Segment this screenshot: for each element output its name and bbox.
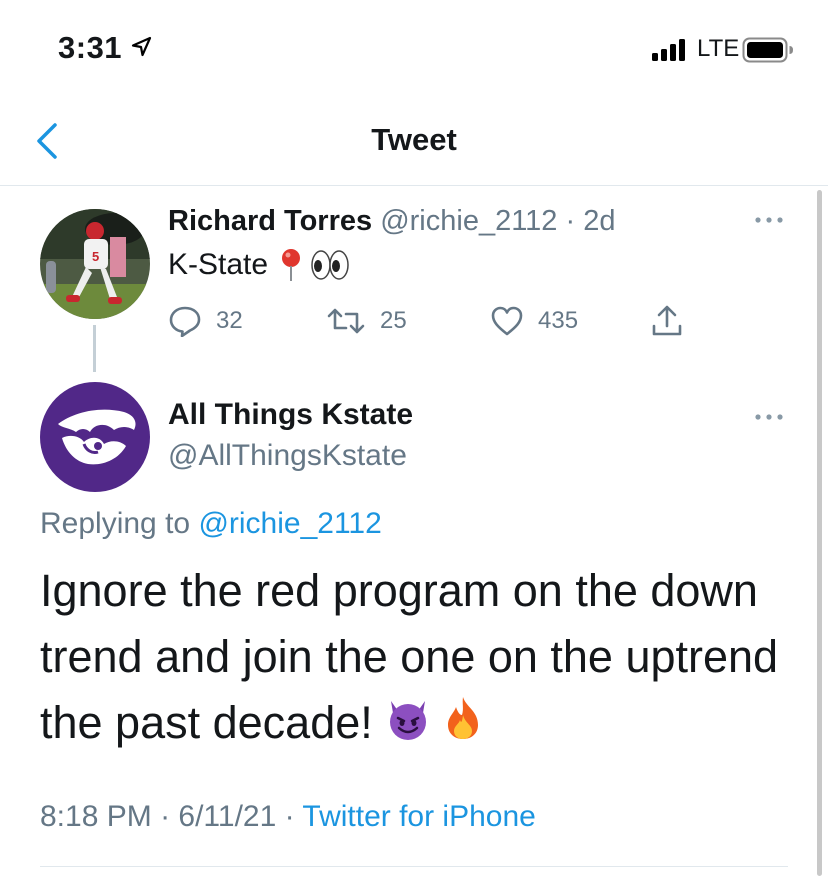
share-icon[interactable]	[650, 304, 684, 338]
tweet-text: K-State	[168, 248, 269, 281]
network-type: LTE	[697, 35, 740, 62]
dot-separator: ·	[557, 205, 584, 237]
retweet-count: 25	[380, 307, 407, 334]
tweet-source-link[interactable]: Twitter for iPhone	[302, 800, 535, 833]
retweet-action[interactable]: 25	[326, 303, 407, 339]
author-name[interactable]: All Things Kstate	[168, 398, 413, 432]
share-action[interactable]	[650, 303, 698, 339]
heart-icon[interactable]	[490, 305, 524, 337]
smiling-imp-emoji-icon	[385, 693, 431, 759]
tweet-date: 6/11/21	[178, 800, 277, 833]
reply-count: 32	[216, 307, 243, 334]
avatar[interactable]	[40, 382, 150, 492]
more-options-icon[interactable]	[752, 409, 786, 425]
eyes-emoji-icon	[311, 250, 349, 280]
svg-text:5: 5	[92, 249, 99, 264]
author-name[interactable]: Richard Torres	[168, 205, 372, 237]
dot-separator: ·	[151, 800, 179, 833]
divider	[40, 866, 788, 867]
replying-handle-link[interactable]: @richie_2112	[198, 507, 381, 540]
page-title: Tweet	[371, 122, 457, 157]
avatar[interactable]: 5	[40, 209, 150, 319]
reply-icon[interactable]	[168, 305, 202, 337]
parent-tweet-header[interactable]: Richard Torres @richie_2112 · 2d	[168, 205, 615, 238]
tweet-body: Ignore the red program on the down trend…	[40, 558, 800, 759]
battery-icon	[742, 37, 793, 63]
status-time: 3:31	[58, 30, 123, 65]
like-action[interactable]: 435	[490, 303, 578, 339]
pushpin-emoji-icon	[282, 249, 301, 281]
like-count: 435	[538, 307, 579, 334]
more-options-icon[interactable]	[752, 212, 786, 228]
replying-label: Replying to	[40, 507, 199, 540]
dot-separator: ·	[276, 800, 303, 833]
nav-divider	[0, 185, 828, 186]
thread-connector	[93, 325, 96, 372]
parent-tweet-text: K-State	[168, 248, 350, 282]
location-arrow-icon	[131, 36, 152, 57]
fire-emoji-icon	[444, 693, 482, 759]
author-handle[interactable]: @richie_2112	[380, 205, 557, 237]
replying-to: Replying to @richie_2112	[40, 507, 382, 541]
retweet-icon[interactable]	[326, 306, 366, 336]
tweet-meta: 8:18 PM · 6/11/21 · Twitter for iPhone	[40, 800, 536, 834]
scrollbar[interactable]	[817, 190, 822, 876]
reply-action[interactable]: 32	[168, 303, 243, 339]
author-handle[interactable]: @AllThingsKstate	[168, 439, 407, 473]
tweet-time: 8:18 PM	[40, 800, 152, 833]
cellular-signal-icon	[652, 39, 685, 61]
tweet-age: 2d	[583, 205, 616, 237]
